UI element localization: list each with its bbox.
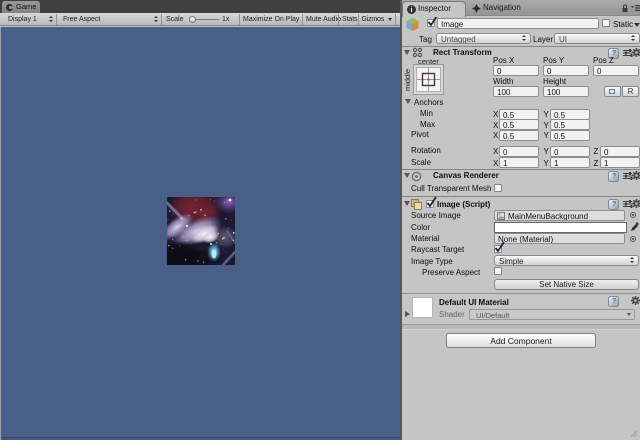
svg-text:i: i	[411, 7, 413, 14]
